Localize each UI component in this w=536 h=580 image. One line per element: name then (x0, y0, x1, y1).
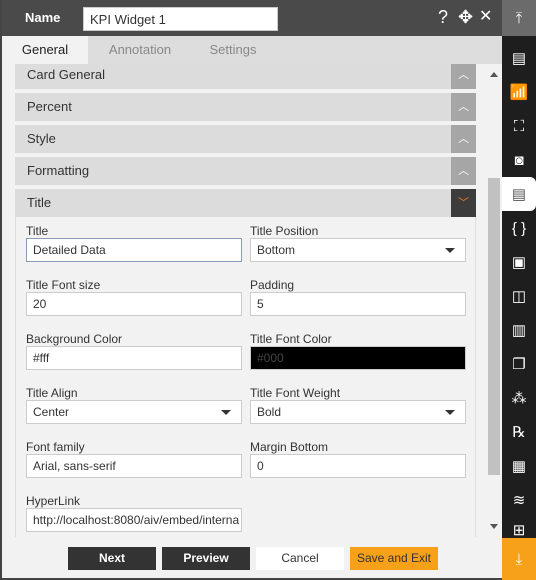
background-color-label: Background Color (26, 332, 123, 346)
report-icon[interactable]: ◙ (502, 143, 536, 177)
section-card-general[interactable]: Card General ︿ (15, 64, 476, 89)
tab-bar: General Annotation Settings (2, 36, 504, 64)
title-position-label: Title Position (250, 224, 319, 238)
padding-input[interactable]: 5 (250, 292, 466, 316)
title-font-weight-label: Title Font Weight (250, 386, 341, 400)
chevron-down-icon[interactable]: ﹀ (451, 189, 476, 217)
tab-settings[interactable]: Settings (198, 36, 268, 64)
tab-general[interactable]: General (2, 36, 88, 64)
section-style[interactable]: Style ︿ (15, 125, 476, 153)
background-color-input[interactable]: #fff (26, 346, 242, 370)
copy-icon[interactable]: ❐ (502, 347, 536, 381)
chevron-up-icon[interactable]: ︿ (451, 64, 476, 89)
tab-annotation[interactable]: Annotation (100, 36, 180, 64)
title-font-size-label: Title Font size (26, 278, 101, 292)
rx-icon[interactable]: ℞ (502, 415, 536, 449)
title-input[interactable]: Detailed Data (26, 238, 242, 262)
pivot-icon[interactable]: ◫ (502, 279, 536, 313)
font-family-value: Arial, sans-serif (33, 459, 116, 473)
font-family-input[interactable]: Arial, sans-serif (26, 454, 242, 478)
sidebar: ⤒ ▤ 📶 ⛶ ◙ ▤{ } ▣ ◫ ▥ ❐ ⁂ ℞ ▦ ≋ ⊞ ⤓ (502, 0, 536, 580)
close-icon[interactable]: ✕ (479, 7, 492, 27)
section-label: Title (27, 195, 52, 210)
image-icon[interactable]: ▣ (502, 245, 536, 279)
help-icon[interactable]: ? (438, 7, 448, 27)
table-icon[interactable]: ▤ (502, 41, 536, 75)
scroll-bottom-icon[interactable]: ⤓ (502, 538, 536, 580)
document-icon[interactable]: ▤ (502, 177, 536, 211)
cubes-icon[interactable]: ⁂ (502, 381, 536, 415)
title-font-color-value: #000 (257, 351, 284, 365)
section-label: Percent (27, 99, 72, 114)
hyperlink-label: HyperLink (26, 494, 81, 508)
margin-bottom-value: 0 (257, 459, 264, 473)
section-title[interactable]: Title ﹀ (15, 189, 476, 217)
padding-label: Padding (250, 278, 295, 292)
title-font-weight-value: Bold (257, 405, 282, 419)
font-family-label: Font family (26, 440, 85, 454)
margin-bottom-input[interactable]: 0 (250, 454, 466, 478)
section-label: Card General (27, 67, 106, 82)
title-align-label: Title Align (26, 386, 78, 400)
scroll-top-icon[interactable]: ⤒ (502, 0, 536, 36)
scrollbar[interactable] (486, 64, 502, 537)
code-braces-icon[interactable]: { } (502, 211, 536, 245)
scrollbar-thumb[interactable] (488, 178, 500, 475)
scroll-down-icon[interactable] (490, 524, 498, 529)
save-and-exit-button[interactable]: Save and Exit (350, 547, 438, 570)
title-font-size-value: 20 (33, 297, 47, 311)
chevron-up-icon[interactable]: ︿ (451, 157, 476, 185)
section-formatting[interactable]: Formatting ︿ (15, 157, 476, 185)
hyperlink-value: http://localhost:8080/aiv/embed/interna (33, 513, 240, 527)
margin-bottom-label: Margin Bottom (250, 440, 329, 454)
title-section-body (15, 217, 476, 537)
cancel-button[interactable]: Cancel (256, 547, 344, 570)
dropdown-arrow-icon (221, 410, 231, 415)
settings-content: Card General ︿ Percent ︿ Style ︿ Formatting… (2, 64, 486, 537)
move-icon[interactable]: ✥ (458, 7, 473, 27)
grid-icon[interactable]: ⊞ (502, 517, 536, 539)
section-label: Style (27, 131, 56, 146)
header: Name ? ✥ ✕ (2, 0, 504, 36)
title-align-select[interactable]: Center (26, 400, 242, 424)
name-input[interactable] (83, 7, 278, 31)
map-icon[interactable]: ⛶ (502, 109, 536, 143)
preview-button[interactable]: Preview (162, 547, 250, 570)
title-font-color-input[interactable]: #000 (250, 346, 466, 370)
title-position-value: Bottom (257, 243, 296, 257)
title-value: Detailed Data (33, 243, 106, 257)
title-font-color-label: Title Font Color (250, 332, 332, 346)
hyperlink-input[interactable]: http://localhost:8080/aiv/embed/interna (26, 508, 242, 532)
bar-chart-icon[interactable]: ▥ (502, 313, 536, 347)
title-font-size-input[interactable]: 20 (26, 292, 242, 316)
title-align-value: Center (33, 405, 70, 419)
chevron-up-icon[interactable]: ︿ (451, 93, 476, 121)
chevron-up-icon[interactable]: ︿ (451, 125, 476, 153)
widget-editor-panel: Name ? ✥ ✕ General Annotation Settings C… (0, 0, 504, 580)
title-font-weight-select[interactable]: Bold (250, 400, 466, 424)
scroll-up-icon[interactable] (490, 72, 498, 77)
layers-icon[interactable]: ≋ (502, 483, 536, 517)
title-position-select[interactable]: Bottom (250, 238, 466, 262)
dropdown-arrow-icon (445, 248, 455, 253)
name-label: Name (25, 10, 61, 25)
background-color-value: #fff (33, 351, 50, 365)
section-label: Formatting (27, 163, 90, 178)
next-button[interactable]: Next (68, 547, 156, 570)
dropdown-arrow-icon (445, 410, 455, 415)
padding-value: 5 (257, 297, 264, 311)
form-icon[interactable]: ▦ (502, 449, 536, 483)
section-percent[interactable]: Percent ︿ (15, 93, 476, 121)
chart-icon[interactable]: 📶 (502, 75, 536, 109)
title-label: Title (26, 224, 49, 238)
